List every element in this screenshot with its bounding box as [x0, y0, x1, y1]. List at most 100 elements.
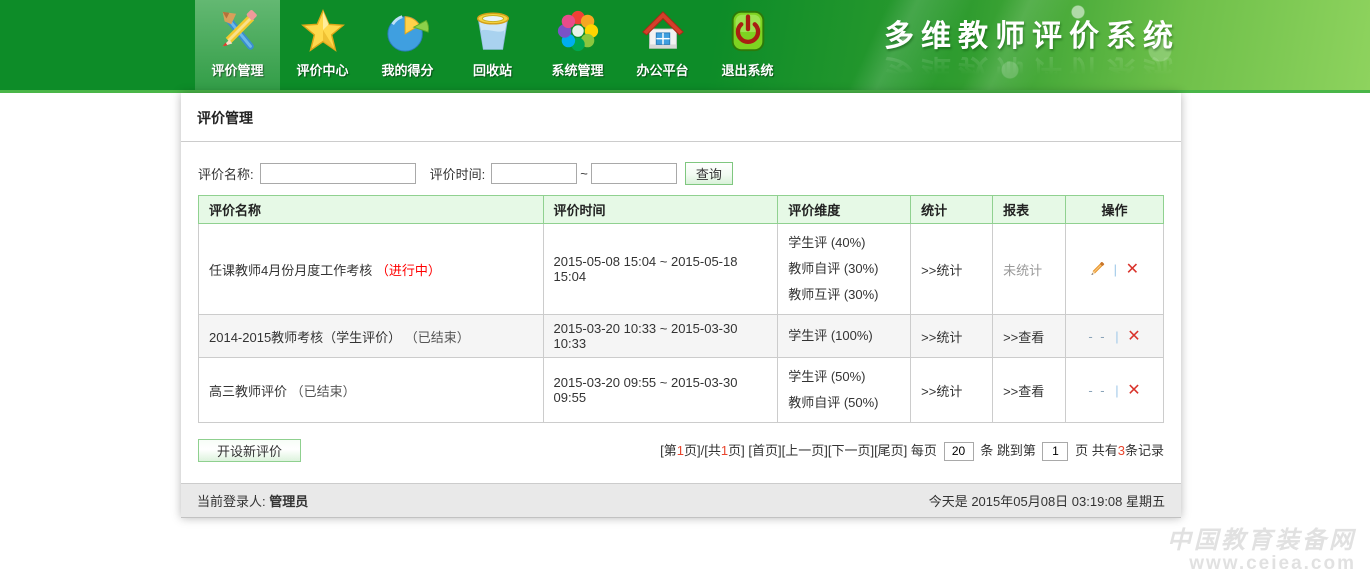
new-evaluation-button[interactable]: 开设新评价: [198, 439, 301, 462]
op-separator: |: [1115, 383, 1118, 398]
total-pages-prefix: [共: [704, 443, 721, 458]
eval-dimension-cell: 学生评 (40%) 教师自评 (30%) 教师互评 (30%): [778, 224, 911, 315]
query-button[interactable]: 查询: [685, 162, 733, 185]
app-brand: 多维教师评价系统 多维教师评价系统: [884, 22, 1180, 84]
current-page-prefix: [第: [660, 443, 677, 458]
page-title: 评价管理: [197, 110, 253, 126]
star-icon: [300, 8, 346, 54]
status-footer: 当前登录人: 管理员 今天是 2015年05月08日 03:19:08 星期五: [181, 483, 1181, 518]
op-separator: |: [1114, 262, 1117, 277]
eval-time-cell: 2015-05-08 15:04 ~ 2015-05-18 15:04: [543, 224, 778, 315]
total-records-number: 3: [1118, 443, 1125, 458]
eval-name-cell: 高三教师评价 （已结束）: [199, 358, 544, 423]
pie-chart-icon: [385, 8, 431, 54]
total-pages-suffix: 页]: [728, 443, 748, 458]
eval-name-cell: 2014-2015教师考核（学生评价） （已结束）: [199, 315, 544, 358]
eval-status: （已结束）: [291, 384, 356, 399]
trash-bucket-icon: [470, 8, 516, 54]
next-page-link[interactable]: [下一页]: [828, 443, 874, 458]
nav-label: 我的得分: [381, 60, 433, 79]
eval-name-cell: 任课教师4月份月度工作考核 （进行中）: [199, 224, 544, 315]
dimension-line: 教师互评 (30%): [788, 282, 900, 308]
nav-item-evaluation-management[interactable]: 评价管理: [195, 0, 280, 90]
brush-pencil-icon: [215, 8, 261, 54]
current-date: 今天是 2015年05月08日 03:19:08 星期五: [929, 491, 1165, 510]
report-link[interactable]: >>查看: [993, 358, 1066, 423]
dimension-line: 教师自评 (50%): [788, 390, 900, 416]
jump-label: 跳到第: [997, 443, 1036, 458]
current-page-suffix: 页]/: [684, 443, 704, 458]
stats-link[interactable]: >>统计: [911, 224, 993, 315]
delete-icon[interactable]: ✕: [1127, 328, 1140, 345]
home-icon: [640, 8, 686, 54]
eval-time-from-input[interactable]: [491, 163, 577, 184]
jump-unit: 页: [1075, 443, 1088, 458]
eval-time-cell: 2015-03-20 10:33 ~ 2015-03-30 10:33: [543, 315, 778, 358]
stats-link[interactable]: >>统计: [911, 358, 993, 423]
jump-page-input[interactable]: [1042, 442, 1068, 461]
pencil-icon[interactable]: [1090, 262, 1105, 277]
nav-item-system-management[interactable]: 系统管理: [535, 0, 620, 90]
main-container: 评价管理 评价名称: 评价时间: ~ 查询 评价名称 评价时间 评价维度 统计 …: [181, 93, 1181, 518]
eval-name: 2014-2015教师考核（学生评价）: [209, 330, 401, 345]
dimension-line: 学生评 (100%): [788, 323, 900, 349]
prev-page-link[interactable]: [上一页]: [782, 443, 828, 458]
nav-label: 评价管理: [211, 60, 263, 79]
nav-label: 系统管理: [551, 60, 603, 79]
current-page-number: 1: [677, 443, 684, 458]
actions-cell: - - | ✕: [1066, 315, 1164, 358]
eval-time-cell: 2015-03-20 09:55 ~ 2015-03-30 09:55: [543, 358, 778, 423]
per-page-input[interactable]: [944, 442, 974, 461]
watermark-site-name: 中国教育装备网: [1167, 528, 1356, 554]
pagination: [第1页]/[共1页] [首页][上一页][下一页][尾页] 每页 条 跳到第 …: [660, 440, 1164, 461]
nav-label: 退出系统: [721, 60, 773, 79]
report-status: 未统计: [993, 224, 1066, 315]
evaluation-table: 评价名称 评价时间 评价维度 统计 报表 操作 任课教师4月份月度工作考核 （进…: [198, 195, 1164, 423]
search-form: 评价名称: 评价时间: ~ 查询: [198, 162, 1164, 185]
eval-name: 高三教师评价: [209, 384, 287, 399]
eval-status: （进行中）: [376, 263, 441, 278]
actions-cell: | ✕: [1066, 224, 1164, 315]
actions-cell: - - | ✕: [1066, 358, 1164, 423]
nav-label: 评价中心: [296, 60, 348, 79]
eval-name: 任课教师4月份月度工作考核: [209, 263, 372, 278]
per-page-label: 每页: [911, 443, 937, 458]
eval-name-input[interactable]: [260, 163, 416, 184]
eval-time-label: 评价时间:: [430, 164, 486, 183]
app-title: 多维教师评价系统: [884, 22, 1180, 52]
table-row: 高三教师评价 （已结束） 2015-03-20 09:55 ~ 2015-03-…: [199, 358, 1164, 423]
table-row: 2014-2015教师考核（学生评价） （已结束） 2015-03-20 10:…: [199, 315, 1164, 358]
table-row: 任课教师4月份月度工作考核 （进行中） 2015-05-08 15:04 ~ 2…: [199, 224, 1164, 315]
dimension-line: 学生评 (40%): [788, 230, 900, 256]
eval-time-to-input[interactable]: [591, 163, 677, 184]
dimension-line: 教师自评 (30%): [788, 256, 900, 282]
nav-item-recycle-bin[interactable]: 回收站: [450, 0, 535, 90]
col-header-name: 评价名称: [199, 196, 544, 224]
col-header-actions: 操作: [1066, 196, 1164, 224]
per-page-unit: 条: [980, 443, 993, 458]
flower-icon: [555, 8, 601, 54]
login-label: 当前登录人:: [197, 494, 266, 509]
nav-item-my-score[interactable]: 我的得分: [365, 0, 450, 90]
nav-item-exit-system[interactable]: 退出系统: [705, 0, 790, 90]
power-icon: [725, 8, 771, 54]
eval-dimension-cell: 学生评 (100%): [778, 315, 911, 358]
last-page-link[interactable]: [尾页]: [874, 443, 907, 458]
bottom-row: 开设新评价 [第1页]/[共1页] [首页][上一页][下一页][尾页] 每页 …: [198, 439, 1164, 462]
nav-item-office-platform[interactable]: 办公平台: [620, 0, 705, 90]
report-link[interactable]: >>查看: [993, 315, 1066, 358]
nav-label: 回收站: [473, 60, 512, 79]
nav-label: 办公平台: [636, 60, 688, 79]
stats-link[interactable]: >>统计: [911, 315, 993, 358]
login-user: 管理员: [269, 494, 308, 509]
first-page-link[interactable]: [首页]: [748, 443, 781, 458]
col-header-dimension: 评价维度: [778, 196, 911, 224]
op-separator: |: [1115, 329, 1118, 344]
total-records-unit: 条记录: [1125, 443, 1164, 458]
eval-name-label: 评价名称:: [198, 164, 254, 183]
delete-icon[interactable]: ✕: [1127, 382, 1140, 399]
delete-icon[interactable]: ✕: [1126, 261, 1139, 278]
app-title-reflection: 多维教师评价系统: [884, 54, 1180, 84]
nav-item-evaluation-center[interactable]: 评价中心: [280, 0, 365, 90]
col-header-report: 报表: [993, 196, 1066, 224]
